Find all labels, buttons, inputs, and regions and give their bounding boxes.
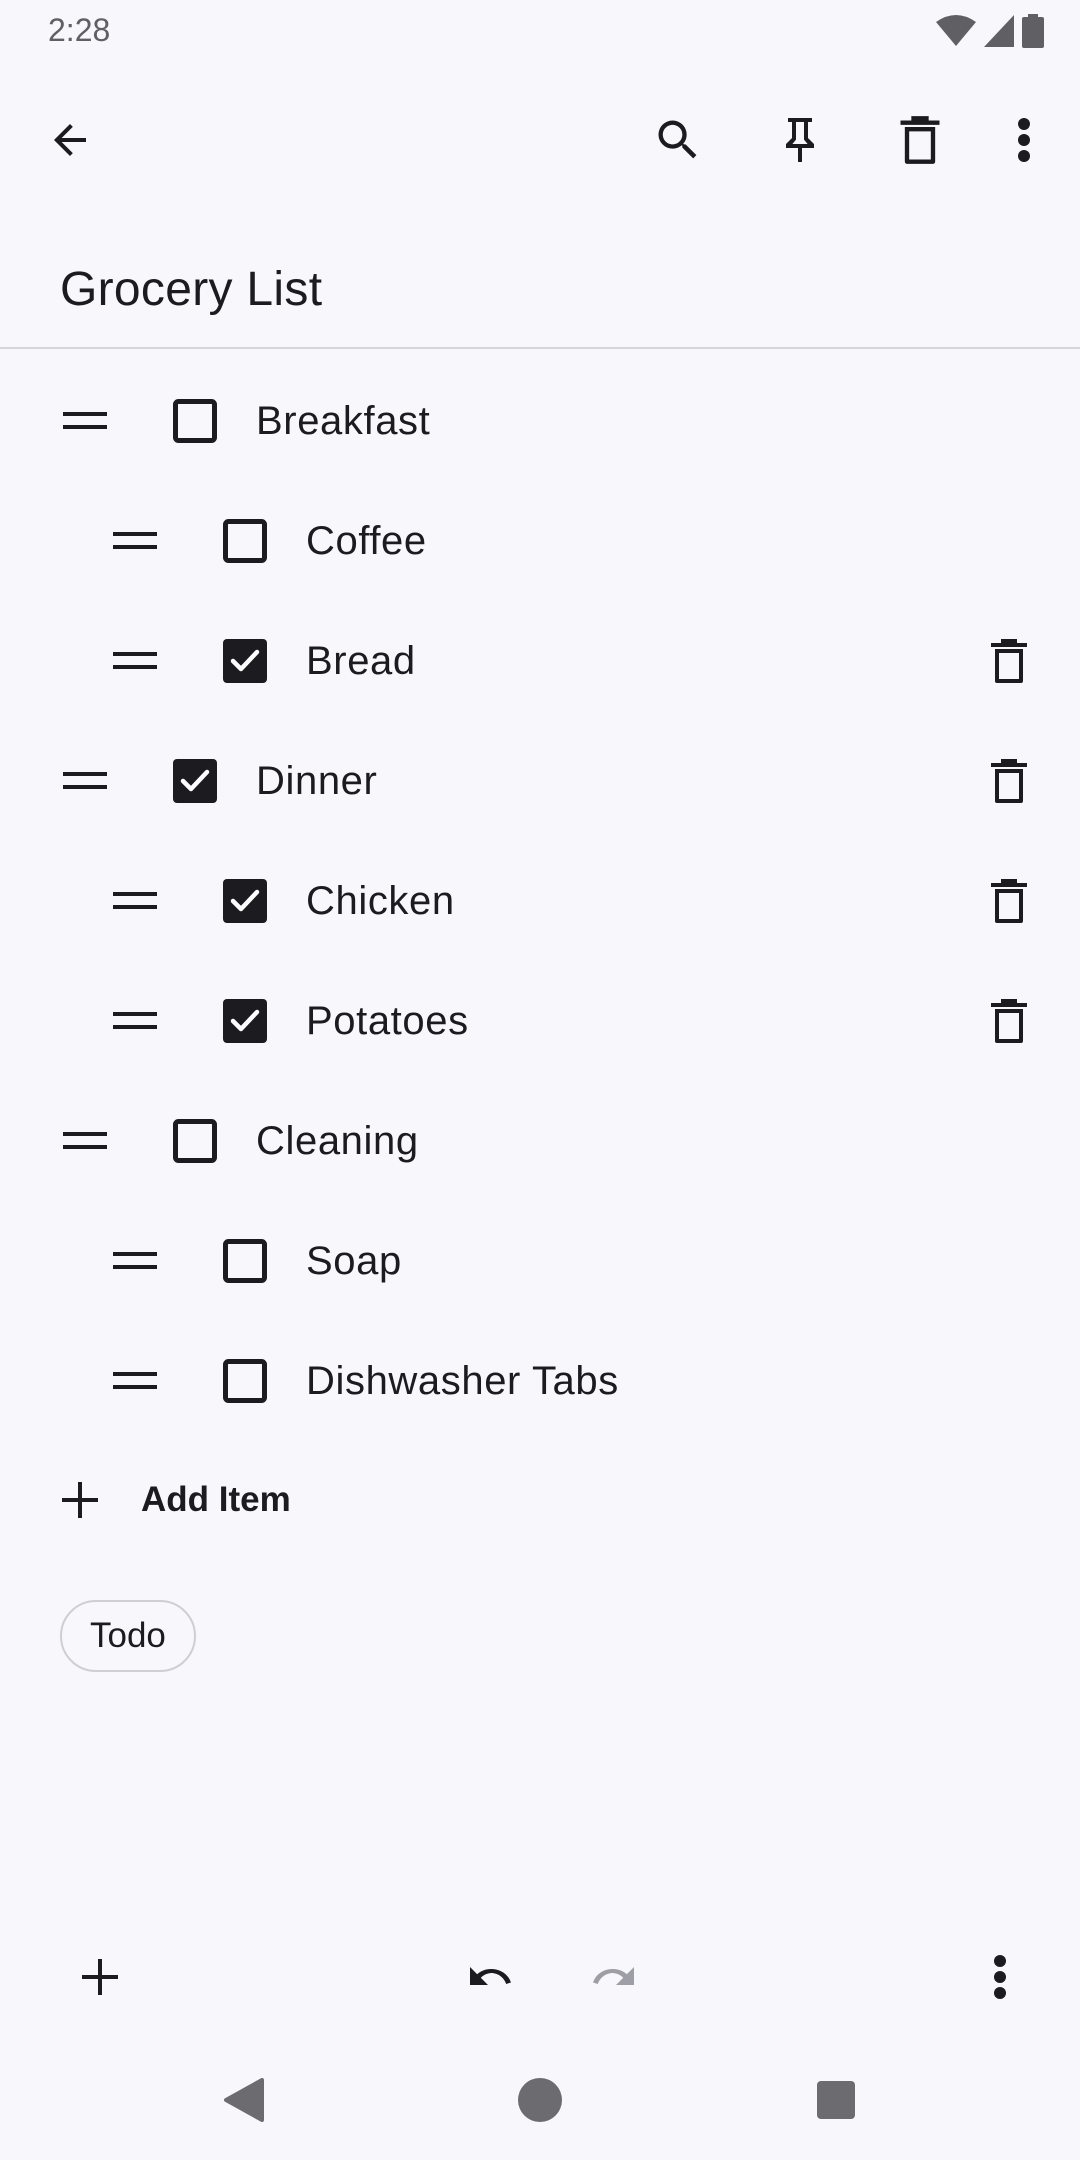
nav-recents-icon (817, 2081, 855, 2119)
back-button[interactable] (26, 96, 114, 184)
checkbox-checked[interactable] (223, 999, 267, 1043)
checklist-item: Potatoes (0, 961, 1080, 1081)
drag-handle-icon[interactable] (113, 1240, 157, 1282)
search-icon (658, 120, 697, 159)
status-time: 2:28 (48, 12, 111, 48)
drag-handle-icon[interactable] (113, 1000, 157, 1042)
checklist-item-label[interactable]: Dishwasher Tabs (306, 1359, 619, 1403)
nav-back-button[interactable] (200, 2056, 288, 2144)
label-chip-todo[interactable]: Todo (60, 1600, 196, 1672)
drag-handle-icon[interactable] (63, 1120, 107, 1162)
checkbox-unchecked[interactable] (223, 519, 267, 563)
checklist-item: Dishwasher Tabs (0, 1321, 1080, 1441)
checklist-item-label[interactable]: Soap (306, 1239, 402, 1283)
nav-recents-button[interactable] (792, 2056, 880, 2144)
checkbox-unchecked[interactable] (173, 1119, 217, 1163)
checklist-item-label[interactable]: Breakfast (256, 399, 430, 443)
add-icon (82, 1959, 118, 1995)
more-options-button[interactable] (980, 96, 1068, 184)
cell-signal-icon (984, 15, 1014, 47)
add-item-label: Add Item (141, 1480, 291, 1519)
add-attachment-button[interactable] (56, 1933, 144, 2021)
pin-button[interactable] (756, 96, 844, 184)
checklist-item-label[interactable]: Cleaning (256, 1119, 419, 1163)
undo-button[interactable] (446, 1933, 534, 2021)
checklist-item-label[interactable]: Bread (306, 639, 416, 683)
wifi-icon (936, 15, 976, 46)
undo-icon (470, 1967, 511, 1985)
checklist-item-label[interactable]: Coffee (306, 519, 427, 563)
checkbox-unchecked[interactable] (223, 1359, 267, 1403)
drag-handle-icon[interactable] (113, 640, 157, 682)
checklist-item: Breakfast (0, 361, 1080, 481)
drag-handle-icon[interactable] (63, 760, 107, 802)
checkbox-unchecked[interactable] (223, 1239, 267, 1283)
checkbox-unchecked[interactable] (173, 399, 217, 443)
drag-handle-icon[interactable] (63, 400, 107, 442)
checklist-item: Chicken (0, 841, 1080, 961)
delete-item-icon[interactable] (985, 877, 1033, 925)
add-icon (62, 1482, 98, 1518)
pin-icon (786, 118, 814, 162)
title-divider (0, 347, 1080, 349)
search-button[interactable] (634, 96, 722, 184)
more-vert-icon (994, 1955, 1006, 1999)
delete-item-icon[interactable] (985, 997, 1033, 1045)
more-vert-icon (1018, 118, 1030, 162)
delete-item-icon[interactable] (985, 757, 1033, 805)
delete-icon (900, 116, 940, 164)
add-item-button[interactable]: Add Item (0, 1440, 600, 1560)
checklist-item-label[interactable]: Potatoes (306, 999, 469, 1043)
checklist-item: Bread (0, 601, 1080, 721)
delete-item-icon[interactable] (985, 637, 1033, 685)
redo-button[interactable] (570, 1933, 658, 2021)
checklist-item: Dinner (0, 721, 1080, 841)
note-title[interactable]: Grocery List (60, 262, 322, 317)
checklist-item: Cleaning (0, 1081, 1080, 1201)
drag-handle-icon[interactable] (113, 1360, 157, 1402)
checklist-item-label[interactable]: Dinner (256, 759, 377, 803)
drag-handle-icon[interactable] (113, 520, 157, 562)
redo-icon (593, 1967, 634, 1985)
back-arrow-icon (54, 124, 86, 156)
nav-home-icon (518, 2078, 562, 2122)
delete-note-button[interactable] (876, 96, 964, 184)
drag-handle-icon[interactable] (113, 880, 157, 922)
checklist-item: Soap (0, 1201, 1080, 1321)
checkbox-checked[interactable] (223, 879, 267, 923)
nav-home-button[interactable] (496, 2056, 584, 2144)
status-icons (936, 14, 1044, 48)
checkbox-checked[interactable] (223, 639, 267, 683)
checkbox-checked[interactable] (173, 759, 217, 803)
battery-icon (1022, 14, 1044, 48)
bottom-more-button[interactable] (956, 1933, 1044, 2021)
checklist-item: Coffee (0, 481, 1080, 601)
nav-back-icon (224, 2078, 264, 2122)
checklist-item-label[interactable]: Chicken (306, 879, 455, 923)
